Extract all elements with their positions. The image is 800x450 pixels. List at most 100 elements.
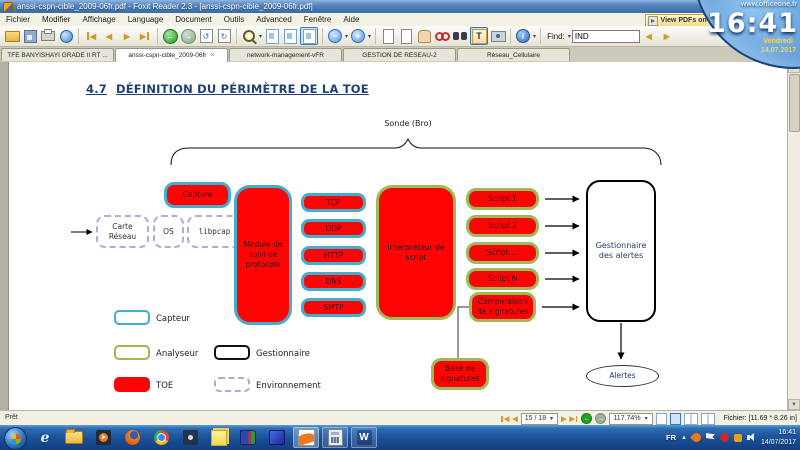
menu-outils[interactable]: Outils — [218, 13, 250, 26]
zoom-tool-dropdown[interactable]: ▾ — [259, 33, 262, 40]
info-button[interactable]: i — [515, 28, 531, 44]
tab-tfe-banyishayi[interactable]: TFE BANYISHAYI GRADE II RT ... — [1, 48, 114, 61]
hand-tool-button[interactable] — [416, 28, 432, 44]
status-first-page-button[interactable]: ◀ — [500, 415, 509, 423]
zoom-level: 117.74% — [613, 415, 640, 422]
menu-language[interactable]: Language — [122, 13, 170, 26]
taskbar-dictionary[interactable] — [235, 427, 261, 448]
start-button[interactable] — [4, 427, 27, 450]
snapshot-button[interactable] — [490, 28, 506, 44]
rotate-right-icon: ↻ — [218, 29, 231, 43]
scroll-down-icon[interactable]: ▼ — [788, 399, 800, 410]
taskbar-chrome[interactable] — [148, 427, 174, 448]
find-options-dropdown[interactable]: ▾ — [568, 33, 571, 40]
previous-view-button[interactable]: ← — [162, 28, 178, 44]
fit-page-button[interactable] — [282, 28, 298, 44]
last-page-button[interactable]: ▶ — [137, 28, 153, 44]
web-button[interactable] — [58, 28, 74, 44]
rotate-left-button[interactable]: ↺ — [198, 28, 214, 44]
comparaison-box: Comparaison de signatures — [469, 292, 536, 322]
language-indicator[interactable]: FR — [666, 433, 676, 442]
zoom-out-dropdown[interactable]: ▾ — [345, 33, 348, 40]
info-dropdown[interactable]: ▾ — [533, 33, 536, 40]
print-button[interactable] — [40, 28, 56, 44]
fit-page-icon — [284, 29, 297, 44]
tab-close-icon[interactable]: × — [210, 52, 214, 59]
taskbar-file-explorer[interactable] — [61, 427, 87, 448]
status-forward-view-button[interactable]: → — [595, 413, 606, 424]
tab-reseau-cellulaire[interactable]: Réseau_Cellulaire — [457, 48, 570, 61]
status-next-page-button[interactable]: ▶ — [561, 415, 566, 423]
foxit-icon — [298, 429, 315, 446]
rotate-right-button[interactable]: ↻ — [216, 28, 232, 44]
antivirus-tray-icon[interactable] — [720, 433, 729, 442]
continuous-facing-view-button[interactable] — [701, 413, 715, 425]
tray-expand-icon[interactable]: ▲ — [681, 435, 687, 441]
tab-gestion-de-reseau[interactable]: GESTION DE RESEAU-2 — [343, 48, 456, 61]
taskbar-ebook[interactable] — [264, 427, 290, 448]
taskbar-media-player[interactable] — [90, 427, 116, 448]
status-prev-page-button[interactable]: ◀ — [512, 415, 517, 423]
next-icon: ▶ — [124, 32, 130, 41]
first-page-button[interactable]: ◀ — [83, 28, 99, 44]
taskbar-sticky-notes[interactable] — [206, 427, 232, 448]
next-page-button[interactable]: ▶ — [119, 28, 135, 44]
legend-analyseur-chip — [114, 345, 150, 360]
tab-anssi-cspn-cible[interactable]: anssi-cspn-cible_2009-06fr × — [115, 48, 228, 62]
document-tab-bar: TFE BANYISHAYI GRADE II RT ... anssi-csp… — [0, 47, 800, 62]
taskbar-foxit-reader[interactable] — [293, 427, 319, 448]
find-next-button[interactable]: ▶ — [659, 28, 675, 44]
menu-advanced[interactable]: Advanced — [250, 13, 298, 26]
status-last-page-button[interactable]: ▶ — [570, 415, 579, 423]
actual-size-button[interactable] — [264, 28, 280, 44]
page-combo-dropdown[interactable]: ▾ — [550, 415, 553, 422]
find-input[interactable] — [572, 30, 640, 43]
search-button[interactable] — [452, 28, 468, 44]
taskbar-calculator[interactable] — [322, 427, 348, 448]
page-number-combo[interactable]: 15 / 18 ▾ — [521, 413, 558, 425]
single-page-button[interactable] — [380, 28, 396, 44]
fit-width-button[interactable] — [300, 27, 318, 45]
single-page-view-button[interactable] — [656, 413, 667, 425]
text-select-button[interactable]: T — [470, 27, 488, 45]
save-button[interactable] — [22, 28, 38, 44]
continuous-view-button[interactable] — [670, 413, 681, 425]
zoom-combo-dropdown[interactable]: ▾ — [645, 415, 648, 422]
zoom-in-button[interactable]: + — [350, 28, 366, 44]
continuous-page-button[interactable] — [398, 28, 414, 44]
find-previous-button[interactable]: ◀ — [641, 28, 657, 44]
zoom-out-button[interactable]: − — [327, 28, 343, 44]
tab-network-management[interactable]: network-management-vFR — [229, 48, 342, 61]
menu-document[interactable]: Document — [169, 13, 217, 26]
next-view-button[interactable]: → — [180, 28, 196, 44]
vertical-scrollbar[interactable]: ▲ ▼ — [787, 62, 800, 410]
find-next-icon: ▶ — [664, 32, 670, 41]
taskbar-internet-explorer[interactable]: e — [32, 427, 58, 448]
facing-view-button[interactable] — [684, 413, 698, 425]
taskbar-word[interactable]: W — [351, 427, 377, 448]
menu-fenetre[interactable]: Fenêtre — [298, 13, 338, 26]
reading-mode-button[interactable] — [434, 28, 450, 44]
taskbar-clock[interactable]: 16:41 14/07/2017 — [761, 428, 796, 446]
menu-modifier[interactable]: Modifier — [36, 13, 76, 26]
taskbar-firefox[interactable] — [119, 427, 145, 448]
scrollbar-thumb[interactable] — [789, 74, 800, 132]
zoom-tool-button[interactable] — [241, 28, 257, 44]
prev-icon: ◀ — [106, 32, 112, 41]
menu-aide[interactable]: Aide — [337, 13, 365, 26]
open-file-button[interactable] — [4, 28, 20, 44]
zoom-in-dropdown[interactable]: ▾ — [368, 33, 371, 40]
update-tray-icon[interactable] — [734, 434, 742, 442]
status-back-view-button[interactable]: ← — [581, 413, 592, 424]
menu-fichier[interactable]: Fichier — [0, 13, 36, 26]
taskbar-app-dark[interactable] — [177, 427, 203, 448]
previous-page-button[interactable]: ◀ — [101, 28, 117, 44]
menu-affichage[interactable]: Affichage — [76, 13, 121, 26]
zoom-level-combo[interactable]: 117.74% ▾ — [609, 413, 652, 425]
action-center-flag-icon[interactable] — [706, 433, 715, 442]
avast-tray-icon[interactable] — [690, 431, 703, 444]
smtp-box: SMTP — [301, 298, 366, 317]
page-indicator: 15 / 18 — [525, 415, 546, 422]
volume-icon[interactable] — [747, 433, 756, 442]
info-icon: i — [516, 29, 530, 43]
